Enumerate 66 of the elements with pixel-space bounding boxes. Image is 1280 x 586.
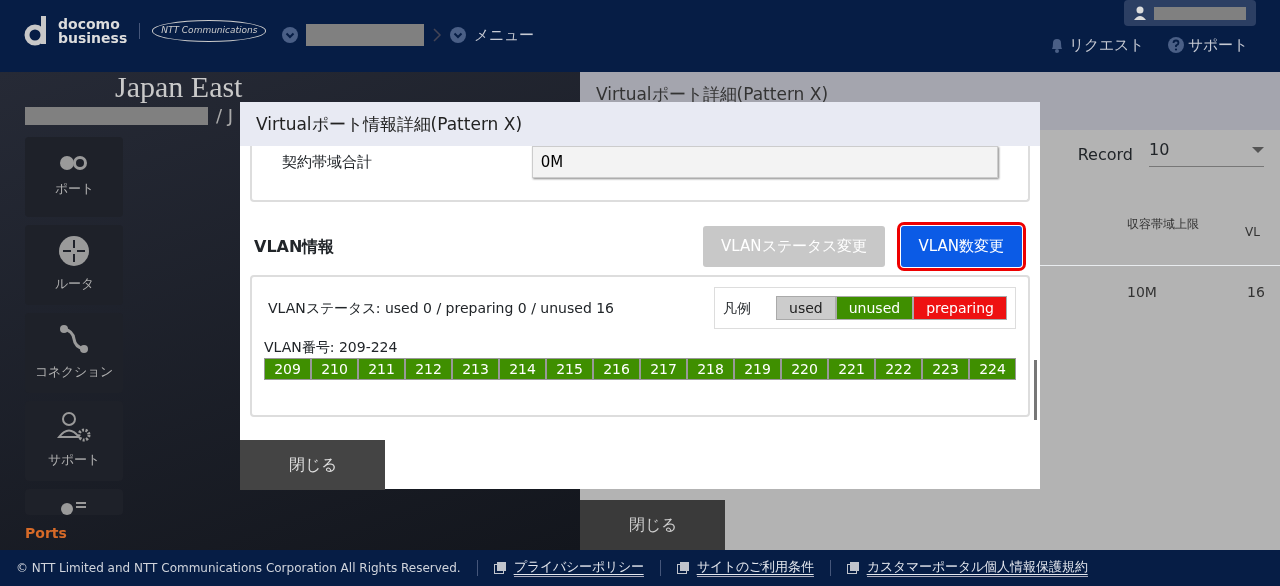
sidebar-item[interactable]: ルータ: [25, 225, 123, 305]
table-cell-text: 16: [1247, 283, 1265, 302]
external-link-icon: [493, 562, 506, 574]
vlan-cell: 210: [311, 358, 358, 380]
close-button[interactable]: 閉じる: [580, 500, 725, 550]
list-icon: [60, 501, 88, 515]
vlan-cell: 220: [781, 358, 828, 380]
page-heading: Japan East: [114, 72, 244, 102]
external-link-icon: [676, 562, 689, 574]
vlan-cell: 211: [358, 358, 405, 380]
section-heading: VLAN情報: [254, 235, 335, 258]
vlan-cell: 223: [922, 358, 969, 380]
caret-icon: [1252, 146, 1264, 154]
column-header: 収容帯域上限: [1127, 216, 1200, 233]
modal-title: Virtualポート情報詳細(Pattern X): [240, 102, 1040, 146]
dropdown-icon[interactable]: [450, 27, 467, 44]
vlan-cell: 218: [687, 358, 734, 380]
vlan-cell: 222: [875, 358, 922, 380]
dropdown-icon[interactable]: [282, 27, 299, 44]
user-icon: [1134, 6, 1146, 20]
router-icon: [59, 236, 89, 267]
sidebar-item[interactable]: [25, 489, 123, 515]
vlan-cell: 214: [499, 358, 546, 380]
close-button[interactable]: 閉じる: [240, 440, 385, 490]
range-label: VLAN番号: 209-224: [264, 338, 399, 357]
record-select[interactable]: 10: [1149, 138, 1264, 167]
header-link[interactable]: サポート: [1168, 34, 1248, 57]
port-icon: [59, 155, 89, 172]
vlan-cell: 213: [452, 358, 499, 380]
legend-item: unused: [835, 296, 914, 320]
footer-link[interactable]: サイトのご利用条件: [676, 559, 814, 577]
copyright-text: © NTT Limited and NTT Communications Corporation All Rights Reserved.: [16, 560, 461, 577]
column-header: VL: [1245, 224, 1260, 241]
legend-item: used: [776, 296, 836, 320]
status-text: VLANステータス: used 0 / preparing 0 / unused 16: [268, 298, 615, 318]
footer-link[interactable]: カスタマーポータル個人情報保護規約: [846, 559, 1088, 577]
help-icon: [1168, 37, 1184, 54]
logo-text: business: [58, 31, 128, 45]
input-field[interactable]: 0M: [531, 146, 998, 178]
vlan-cell: 224: [969, 358, 1016, 380]
header-link[interactable]: リクエスト: [1049, 34, 1144, 57]
vlan-cell: 217: [640, 358, 687, 380]
section-label: Ports: [25, 524, 67, 543]
vlan-cell: 216: [593, 358, 640, 380]
breadcrumb-text: / J: [216, 104, 234, 128]
legend-label: 凡例: [723, 298, 751, 318]
connection-icon: [59, 324, 89, 355]
breadcrumb-link[interactable]: メニュー: [474, 24, 535, 47]
external-link-icon: [846, 562, 859, 574]
sidebar-item[interactable]: ポート: [25, 137, 123, 217]
vlan-cell: 209: [264, 358, 311, 380]
chevron-right-icon: [432, 27, 443, 44]
bell-icon: [1049, 37, 1065, 54]
vlan-cell: 219: [734, 358, 781, 380]
user-gear-icon: [57, 412, 91, 443]
vlan-cell: 221: [828, 358, 875, 380]
user-menu[interactable]: [1124, 0, 1256, 26]
record-label: Record: [1077, 144, 1133, 166]
logo-text: docomo: [58, 17, 121, 31]
legend-item: preparing: [913, 296, 1007, 320]
vlan-cell: 212: [405, 358, 452, 380]
vlan-cell: 215: [546, 358, 593, 380]
field-label: 契約帯域合計: [282, 152, 373, 173]
footer-link[interactable]: プライバシーポリシー: [493, 559, 644, 577]
table-cell-text: 10M: [1127, 283, 1158, 302]
scrollbar[interactable]: [1034, 360, 1037, 420]
